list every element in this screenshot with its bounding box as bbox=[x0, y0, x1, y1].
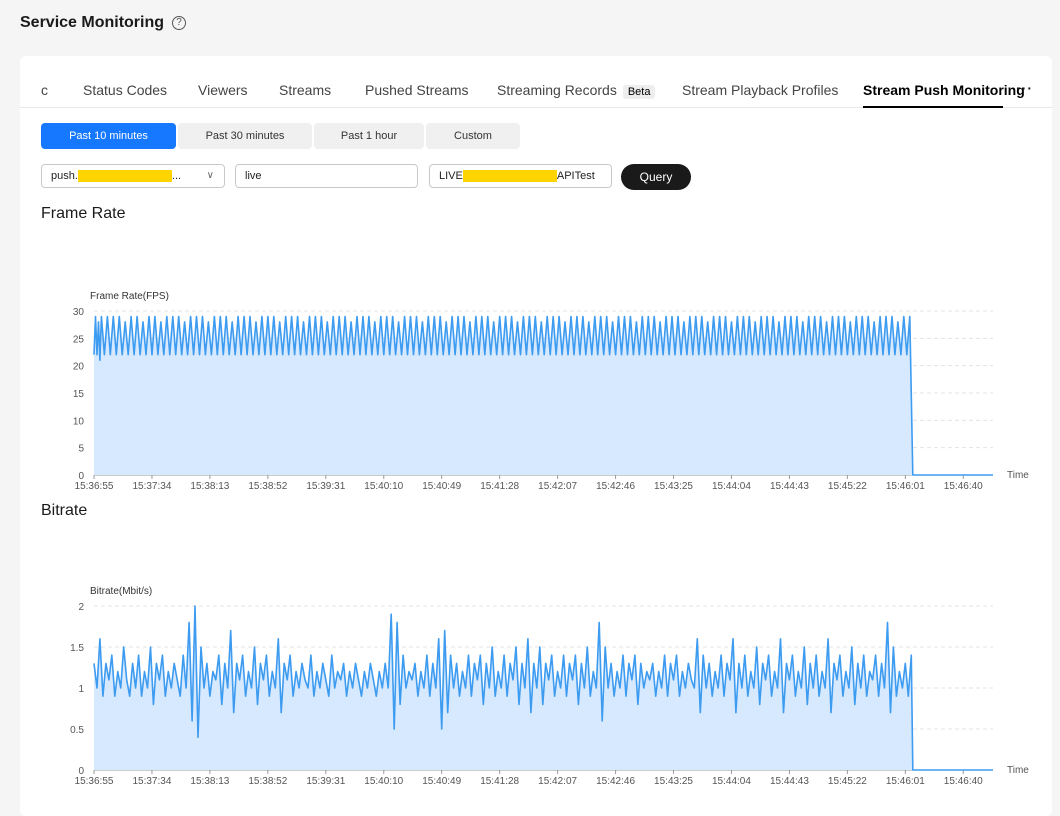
stream-prefix: LIVE bbox=[439, 170, 463, 182]
page-header: Service Monitoring ? bbox=[20, 14, 187, 32]
active-tab-indicator bbox=[863, 106, 1003, 108]
x-tick-label: 15:41:28 bbox=[480, 776, 519, 787]
chevron-down-icon: ∨ bbox=[206, 170, 214, 181]
tab-status-codes[interactable]: Status Codes bbox=[83, 82, 167, 98]
y-axis-title: Bitrate(Mbit/s) bbox=[90, 586, 152, 597]
y-axis-title: Frame Rate(FPS) bbox=[90, 291, 169, 302]
query-button[interactable]: Query bbox=[621, 164, 691, 190]
x-tick-label: 15:38:13 bbox=[190, 481, 229, 492]
frame-rate-chart: Frame Rate(FPS)05101520253015:36:55 15:37… bbox=[73, 291, 1029, 492]
x-tick-label: 15:38:52 bbox=[248, 481, 287, 492]
x-tick-label: 15:39:31 bbox=[306, 776, 345, 787]
x-tick-label: 15:45:22 bbox=[828, 776, 867, 787]
tab-streaming-records-label: Streaming Records bbox=[497, 82, 617, 98]
frame-rate-title: Frame Rate bbox=[41, 205, 126, 222]
y-tick-label: 1.5 bbox=[70, 643, 84, 654]
x-tick-label: 15:46:40 bbox=[944, 481, 983, 492]
beta-badge: Beta bbox=[622, 85, 656, 99]
x-tick-label: 15:40:10 bbox=[364, 776, 403, 787]
y-tick-label: 2 bbox=[78, 602, 84, 613]
x-tick-label: 15:42:07 bbox=[538, 481, 577, 492]
tab-truncated[interactable]: c bbox=[41, 82, 48, 98]
domain-select[interactable]: push.... ∨ bbox=[41, 164, 225, 188]
help-icon[interactable]: ? bbox=[172, 16, 187, 30]
range-past-30-minutes[interactable]: Past 30 minutes bbox=[178, 123, 312, 149]
y-tick-label: 20 bbox=[73, 362, 85, 373]
x-tick-label: 15:44:43 bbox=[770, 481, 809, 492]
range-past-10-minutes[interactable]: Past 10 minutes bbox=[41, 123, 176, 149]
x-tick-label: 15:39:31 bbox=[306, 481, 345, 492]
page-title: Service Monitoring bbox=[20, 14, 165, 31]
app-name-input[interactable]: live bbox=[235, 164, 418, 188]
tab-viewers[interactable]: Viewers bbox=[198, 82, 248, 98]
x-tick-label: 15:38:52 bbox=[248, 776, 287, 787]
domain-prefix: push. bbox=[51, 170, 78, 182]
x-tick-label: 15:40:49 bbox=[422, 481, 461, 492]
x-tick-label: 15:46:01 bbox=[886, 776, 925, 787]
range-custom[interactable]: Custom bbox=[426, 123, 520, 149]
x-tick-label: 15:45:22 bbox=[828, 481, 867, 492]
more-tabs-icon[interactable]: ··· bbox=[1016, 80, 1033, 96]
x-tick-label: 15:41:28 bbox=[480, 481, 519, 492]
x-tick-label: 15:42:46 bbox=[596, 776, 635, 787]
redacted-mask bbox=[77, 170, 172, 183]
content-card: c Status Codes Viewers Streams Pushed St… bbox=[20, 56, 1052, 816]
x-tick-label: 15:36:55 bbox=[75, 481, 114, 492]
x-tick-label: 15:44:04 bbox=[712, 481, 751, 492]
redacted-mask bbox=[462, 170, 557, 183]
x-tick-label: 15:46:01 bbox=[886, 481, 925, 492]
y-tick-label: 0.5 bbox=[70, 725, 84, 736]
tab-streams[interactable]: Streams bbox=[279, 82, 331, 98]
domain-suffix: ... bbox=[171, 170, 182, 182]
x-tick-label: 15:42:46 bbox=[596, 481, 635, 492]
tab-stream-playback-profiles[interactable]: Stream Playback Profiles bbox=[682, 82, 838, 98]
x-tick-label: 15:44:43 bbox=[770, 776, 809, 787]
x-tick-label: 15:38:13 bbox=[190, 776, 229, 787]
tab-pushed-streams[interactable]: Pushed Streams bbox=[365, 82, 469, 98]
y-tick-label: 30 bbox=[73, 307, 85, 318]
y-tick-label: 5 bbox=[78, 444, 84, 455]
x-tick-label: 15:44:04 bbox=[712, 776, 751, 787]
x-axis-title: Time bbox=[1007, 765, 1029, 776]
x-axis-title: Time bbox=[1007, 470, 1029, 481]
y-tick-label: 25 bbox=[73, 334, 85, 345]
y-tick-label: 10 bbox=[73, 416, 85, 427]
x-tick-label: 15:37:34 bbox=[132, 481, 171, 492]
stream-suffix: APITest bbox=[556, 170, 595, 182]
bitrate-title: Bitrate bbox=[41, 502, 88, 519]
tab-streaming-records[interactable]: Streaming Records Beta bbox=[497, 82, 656, 99]
y-tick-label: 1 bbox=[78, 684, 84, 695]
x-tick-label: 15:37:34 bbox=[132, 776, 171, 787]
x-tick-label: 15:40:49 bbox=[422, 776, 461, 787]
x-tick-label: 15:43:25 bbox=[654, 776, 693, 787]
tab-bar: c Status Codes Viewers Streams Pushed St… bbox=[20, 56, 1052, 108]
tab-stream-push-monitoring[interactable]: Stream Push Monitoring bbox=[863, 82, 1025, 98]
x-tick-label: 15:43:25 bbox=[654, 481, 693, 492]
stream-name-input[interactable]: LIVE APITest bbox=[429, 164, 612, 188]
range-past-1-hour[interactable]: Past 1 hour bbox=[314, 123, 424, 149]
x-tick-label: 15:46:40 bbox=[944, 776, 983, 787]
bitrate-chart: Bitrate(Mbit/s)00.511.5215:36:55 15:37:34… bbox=[70, 586, 1029, 787]
x-tick-label: 15:42:07 bbox=[538, 776, 577, 787]
x-tick-label: 15:40:10 bbox=[364, 481, 403, 492]
x-tick-label: 15:36:55 bbox=[75, 776, 114, 787]
y-tick-label: 15 bbox=[73, 389, 85, 400]
